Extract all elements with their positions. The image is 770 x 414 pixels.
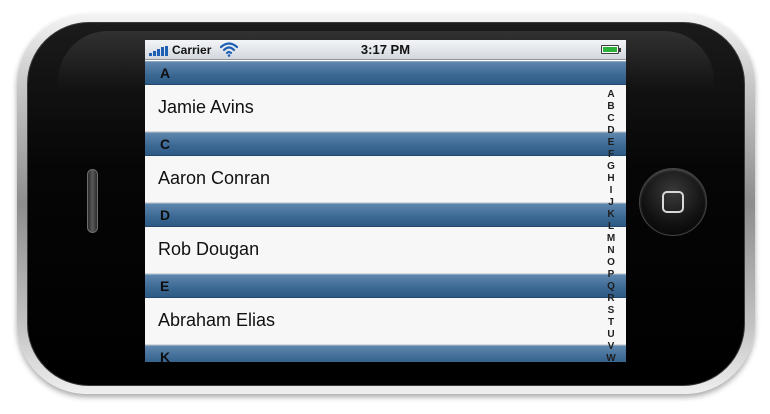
index-letter-u[interactable]: U (604, 329, 618, 341)
index-letter-t[interactable]: T (604, 317, 618, 329)
index-letter-p[interactable]: P (604, 269, 618, 281)
home-button[interactable] (639, 168, 707, 236)
battery-level (603, 47, 617, 52)
section-header-d: D (145, 203, 626, 227)
index-letter-m[interactable]: M (604, 233, 618, 245)
index-letter-r[interactable]: R (604, 293, 618, 305)
section-header-e: E (145, 274, 626, 298)
index-letter-d[interactable]: D (604, 125, 618, 137)
earpiece-speaker (87, 169, 98, 233)
contact-row[interactable]: Rob Dougan (145, 227, 626, 274)
contact-row[interactable]: Jamie Avins (145, 85, 626, 132)
section-index[interactable]: ABCDEFGHIJKLMNOPQRSTUVW (604, 89, 618, 362)
status-bar: Carrier 3:17 PM (145, 40, 626, 60)
section-header-k: K (145, 345, 626, 362)
section-header-a: A (145, 61, 626, 85)
clock: 3:17 PM (360, 42, 411, 57)
contact-row[interactable]: Abraham Elias (145, 298, 626, 345)
index-letter-v[interactable]: V (604, 341, 618, 353)
index-letter-o[interactable]: O (604, 257, 618, 269)
home-square-icon (662, 191, 684, 213)
index-letter-g[interactable]: G (604, 161, 618, 173)
index-letter-k[interactable]: K (604, 209, 618, 221)
index-letter-w[interactable]: W (604, 353, 618, 362)
index-letter-i[interactable]: I (604, 185, 618, 197)
contacts-table[interactable]: A Jamie Avins C Aaron Conran D Rob Dougan E Abr… (145, 61, 626, 362)
index-letter-f[interactable]: F (604, 149, 618, 161)
index-letter-q[interactable]: Q (604, 281, 618, 293)
section-header-c: C (145, 132, 626, 156)
contact-row[interactable]: Aaron Conran (145, 156, 626, 203)
index-letter-c[interactable]: C (604, 113, 618, 125)
index-letter-a[interactable]: A (604, 89, 618, 101)
index-letter-s[interactable]: S (604, 305, 618, 317)
battery-icon (601, 45, 619, 54)
index-letter-h[interactable]: H (604, 173, 618, 185)
index-letter-b[interactable]: B (604, 101, 618, 113)
battery-tip (619, 48, 621, 52)
index-letter-n[interactable]: N (604, 245, 618, 257)
index-letter-j[interactable]: J (604, 197, 618, 209)
index-letter-e[interactable]: E (604, 137, 618, 149)
index-letter-l[interactable]: L (604, 221, 618, 233)
screen: Carrier 3:17 PM A Jamie Avins C Aaron Conra… (145, 40, 626, 362)
